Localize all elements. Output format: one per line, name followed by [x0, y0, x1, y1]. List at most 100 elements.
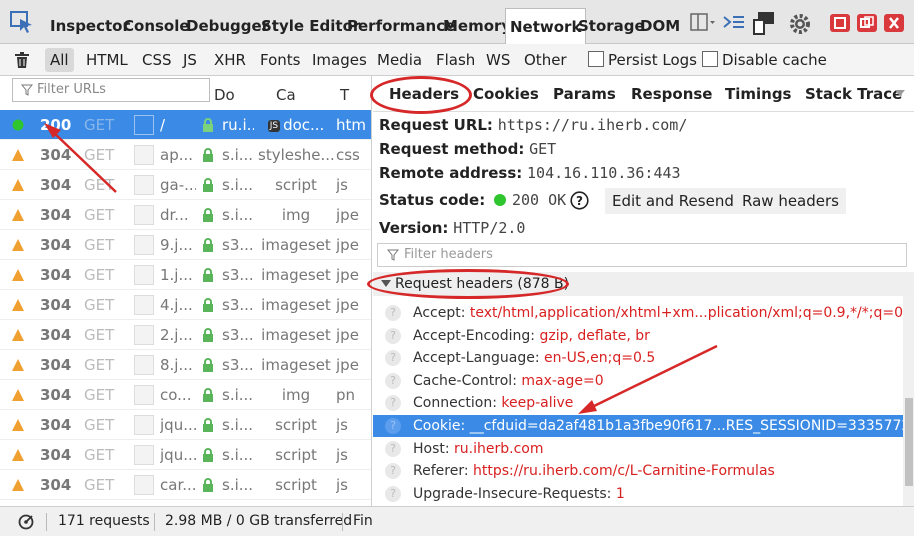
header-help-icon[interactable]: ?: [385, 305, 401, 321]
request-row[interactable]: 304 GET ga-... s.i... script js: [0, 170, 371, 200]
request-thumbnail: [134, 475, 154, 495]
tab-performance[interactable]: Performance: [347, 0, 455, 44]
split-console-icon[interactable]: [722, 13, 746, 33]
filter-headers-input[interactable]: Filter headers: [377, 243, 907, 267]
header-row[interactable]: ? Cookie: __cfduid=da2af481b1a3fbe90f617.…: [373, 415, 903, 437]
request-row[interactable]: 304 GET co... s.i... img pn: [0, 380, 371, 410]
header-name: Accept-Language:: [413, 350, 540, 367]
header-row[interactable]: ? Connection: keep-alive: [373, 392, 903, 414]
request-row[interactable]: 304 GET dr... s.i... img jpe: [0, 200, 371, 230]
request-domain: s.i...: [222, 176, 254, 194]
tab-response[interactable]: Response: [631, 85, 712, 103]
header-name: Connection:: [413, 395, 497, 412]
header-row[interactable]: ? Cache-Control: max-age=0: [373, 370, 903, 392]
filter-all[interactable]: All: [45, 48, 74, 72]
tab-params[interactable]: Params: [553, 85, 616, 103]
request-headers-group[interactable]: Request headers (878 B): [373, 272, 914, 296]
filter-ws[interactable]: WS: [481, 48, 515, 72]
details-tabs: Headers Cookies Params Response Timings …: [373, 76, 914, 112]
tab-stack-trace[interactable]: Stack Trace: [805, 85, 902, 103]
header-help-icon[interactable]: ?: [385, 350, 401, 367]
lock-icon: [203, 178, 213, 192]
filter-other[interactable]: Other: [519, 48, 572, 72]
tab-cookies[interactable]: Cookies: [473, 85, 539, 103]
header-help-icon[interactable]: ?: [385, 463, 401, 480]
header-row[interactable]: ?User-Agent: Mozilla/5.0 (Windows NT 10.…: [373, 505, 903, 506]
column-cause[interactable]: Ca: [276, 86, 296, 104]
disable-cache-checkbox[interactable]: [702, 51, 718, 67]
request-cause-text: imageset: [261, 266, 331, 284]
help-icon[interactable]: ?: [570, 191, 589, 210]
filter-css[interactable]: CSS: [137, 48, 177, 72]
responsive-design-icon[interactable]: [752, 11, 778, 35]
header-help-icon[interactable]: ?: [385, 395, 401, 412]
filter-images[interactable]: Images: [307, 48, 372, 72]
header-row[interactable]: ? Host: ru.iherb.com: [373, 438, 903, 460]
status-cached-triangle-icon: [12, 299, 24, 311]
filter-js[interactable]: JS: [178, 48, 202, 72]
persist-logs-checkbox[interactable]: [588, 51, 604, 67]
request-row[interactable]: 304 GET 1.j... s3.... imageset jpe: [0, 260, 371, 290]
filter-media[interactable]: Media: [372, 48, 427, 72]
close-icon[interactable]: [884, 14, 904, 32]
request-method: GET: [84, 116, 115, 134]
filter-urls-input[interactable]: Filter URLs: [12, 78, 210, 102]
tab-console[interactable]: Console: [123, 0, 190, 44]
request-status: 304: [40, 176, 72, 194]
request-method-row: Request method: GET: [379, 137, 556, 161]
request-row[interactable]: 304 GET 8.j... s3.... imageset jpe: [0, 350, 371, 380]
request-row[interactable]: 304 GET jqu... s.i... script js: [0, 410, 371, 440]
header-row[interactable]: ? Accept: text/html,application/xhtml+xm.…: [373, 302, 903, 324]
tab-debugger[interactable]: Debugger: [186, 0, 269, 44]
header-help-icon[interactable]: ?: [385, 372, 401, 389]
column-type[interactable]: T: [340, 86, 349, 104]
request-file: co...: [160, 386, 192, 404]
performance-analysis-icon[interactable]: [18, 514, 36, 530]
request-row[interactable]: 304 GET jqu... s.i... script js: [0, 440, 371, 470]
header-help-icon[interactable]: ?: [385, 440, 401, 457]
dock-icon[interactable]: [857, 14, 877, 32]
column-domain[interactable]: Do: [214, 86, 235, 104]
tab-inspector[interactable]: Inspector: [50, 0, 130, 44]
request-row[interactable]: 304 GET ap... s.i... styleshe... css: [0, 140, 371, 170]
header-row[interactable]: ? Referer: https://ru.iherb.com/c/L-Carni…: [373, 460, 903, 482]
minimize-icon[interactable]: [830, 14, 850, 32]
request-domain: s3....: [222, 326, 254, 344]
filter-flash[interactable]: Flash: [431, 48, 480, 72]
request-row[interactable]: 304 GET car... s.i... script js: [0, 470, 371, 500]
status-cached-triangle-icon: [12, 269, 24, 281]
header-row[interactable]: ? Accept-Encoding: gzip, deflate, br: [373, 325, 903, 347]
header-value: gzip, deflate, br: [539, 327, 650, 344]
raw-headers-button[interactable]: Raw headers: [735, 188, 846, 214]
tab-storage[interactable]: Storage: [578, 0, 645, 44]
tab-timings[interactable]: Timings: [725, 85, 792, 103]
filter-fonts[interactable]: Fonts: [255, 48, 305, 72]
request-cause-text: img: [281, 386, 311, 404]
header-row[interactable]: ? Upgrade-Insecure-Requests: 1: [373, 483, 903, 505]
split-panel-icon[interactable]: [690, 13, 716, 33]
header-name: Accept:: [413, 305, 466, 321]
request-file: 9.j...: [160, 236, 193, 254]
header-help-icon[interactable]: ?: [385, 327, 401, 344]
request-row[interactable]: 304 GET 4.j... s3.... imageset jpe: [0, 290, 371, 320]
tab-headers[interactable]: Headers: [389, 85, 459, 103]
element-picker-icon[interactable]: [10, 11, 34, 33]
header-row[interactable]: ? Accept-Language: en-US,en;q=0.5: [373, 347, 903, 369]
trash-icon[interactable]: [14, 52, 30, 68]
tabs-overflow-icon[interactable]: [895, 90, 905, 98]
filter-xhr[interactable]: XHR: [209, 48, 251, 72]
collapse-triangle-icon: [381, 280, 391, 287]
tab-memory[interactable]: Memory: [443, 0, 511, 44]
header-help-icon[interactable]: ?: [385, 485, 401, 502]
filter-html[interactable]: HTML: [81, 48, 133, 72]
tab-dom[interactable]: DOM: [640, 0, 680, 44]
headers-scrollbar-thumb[interactable]: [905, 398, 913, 486]
tab-style-editor[interactable]: Style Editor: [261, 0, 360, 44]
request-row[interactable]: 304 GET 9.j... s3.... imageset jpe: [0, 230, 371, 260]
request-row[interactable]: 200GET/ru.i...JSdoc...htm: [0, 110, 371, 140]
header-help-icon[interactable]: ?: [385, 418, 401, 434]
edit-and-resend-button[interactable]: Edit and Resend: [605, 188, 741, 214]
gear-icon[interactable]: [788, 12, 812, 36]
request-row[interactable]: 304 GET 2.j... s3.... imageset jpe: [0, 320, 371, 350]
request-cause-text: script: [275, 446, 317, 464]
